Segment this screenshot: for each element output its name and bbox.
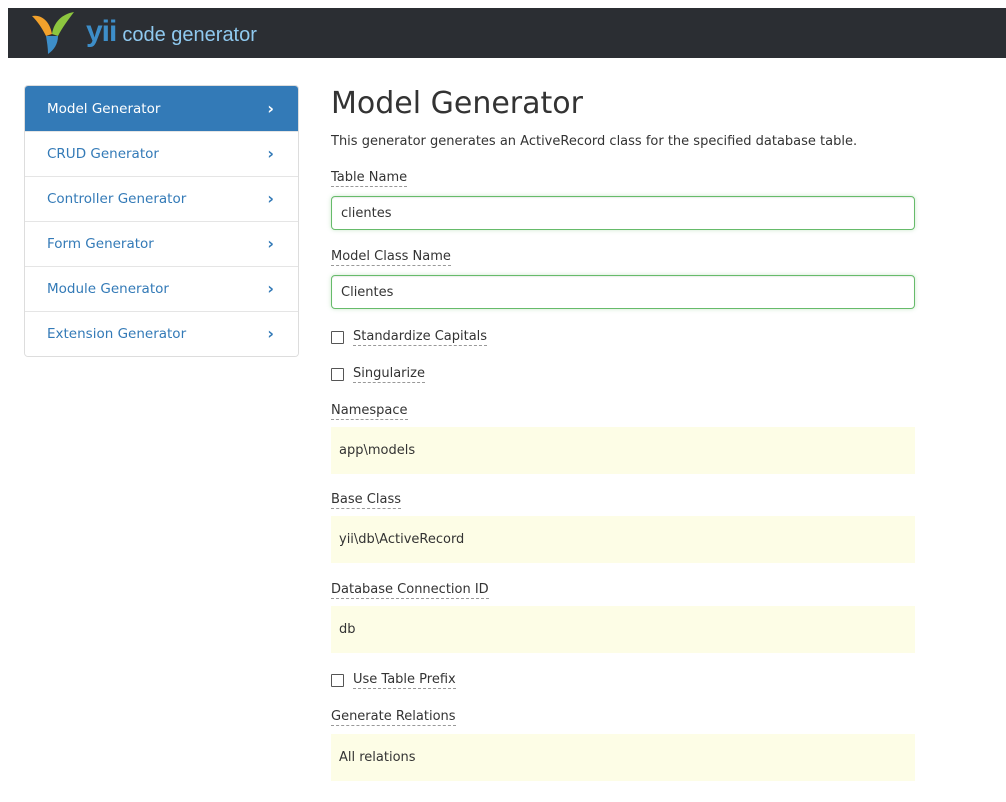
sidebar-item-extension-generator[interactable]: Extension Generator › — [25, 311, 298, 356]
top-navbar: yii code generator — [8, 8, 1006, 58]
namespace-value: app\models — [339, 443, 416, 458]
yii-logo-icon[interactable] — [28, 10, 80, 54]
generate-relations-value: All relations — [339, 750, 416, 765]
db-connection-label: Database Connection ID — [331, 582, 489, 599]
chevron-right-icon: › — [267, 98, 274, 118]
namespace-label: Namespace — [331, 403, 408, 420]
generate-relations-field[interactable]: All relations — [331, 734, 915, 781]
page-title: Model Generator — [331, 86, 583, 121]
db-connection-value: db — [339, 622, 356, 637]
table-name-input[interactable] — [331, 196, 915, 230]
chevron-right-icon: › — [267, 324, 274, 343]
singularize-checkbox[interactable] — [331, 367, 344, 381]
sidebar-item-form-generator[interactable]: Form Generator › — [25, 221, 298, 266]
standardize-capitals-row: Standardize Capitals — [331, 328, 488, 346]
base-class-label: Base Class — [331, 492, 401, 509]
sidebar-item-crud-generator[interactable]: CRUD Generator › — [25, 131, 298, 176]
sidebar-item-controller-generator[interactable]: Controller Generator › — [25, 176, 298, 221]
brand-yii: yii — [86, 15, 117, 48]
sidebar-item-module-generator[interactable]: Module Generator › — [25, 266, 298, 311]
chevron-right-icon: › — [267, 144, 274, 163]
db-connection-field[interactable]: db — [331, 606, 915, 653]
standardize-capitals-label[interactable]: Standardize Capitals — [353, 328, 488, 346]
table-name-label: Table Name — [331, 170, 408, 187]
chevron-right-icon: › — [267, 279, 274, 298]
sidebar-item-label: Controller Generator — [47, 191, 187, 207]
sidebar-item-label: Module Generator — [47, 281, 169, 297]
brand-code-generator: code generator — [122, 24, 257, 46]
namespace-field[interactable]: app\models — [331, 427, 915, 474]
singularize-row: Singularize — [331, 365, 425, 383]
model-class-name-input[interactable] — [331, 275, 915, 309]
page-description: This generator generates an ActiveRecord… — [331, 134, 858, 149]
base-class-value: yii\db\ActiveRecord — [339, 532, 465, 547]
use-table-prefix-checkbox[interactable] — [331, 673, 344, 687]
use-table-prefix-label[interactable]: Use Table Prefix — [353, 671, 456, 689]
use-table-prefix-row: Use Table Prefix — [331, 671, 456, 689]
chevron-right-icon: › — [267, 189, 274, 208]
sidebar-item-label: Extension Generator — [47, 326, 187, 342]
singularize-label[interactable]: Singularize — [353, 365, 425, 383]
generate-relations-label: Generate Relations — [331, 709, 456, 726]
model-class-name-label: Model Class Name — [331, 249, 451, 266]
sidebar-item-label: Model Generator — [47, 100, 161, 117]
standardize-capitals-checkbox[interactable] — [331, 330, 344, 344]
brand[interactable]: yii code generator — [86, 15, 257, 49]
generator-form: Model Generator This generator generates… — [331, 84, 915, 781]
sidebar-item-model-generator[interactable]: Model Generator › — [25, 86, 298, 131]
sidebar-item-label: Form Generator — [47, 236, 154, 252]
generator-nav: Model Generator › CRUD Generator › Contr… — [24, 85, 299, 357]
sidebar-item-label: CRUD Generator — [47, 146, 159, 162]
chevron-right-icon: › — [267, 234, 274, 253]
base-class-field[interactable]: yii\db\ActiveRecord — [331, 516, 915, 563]
